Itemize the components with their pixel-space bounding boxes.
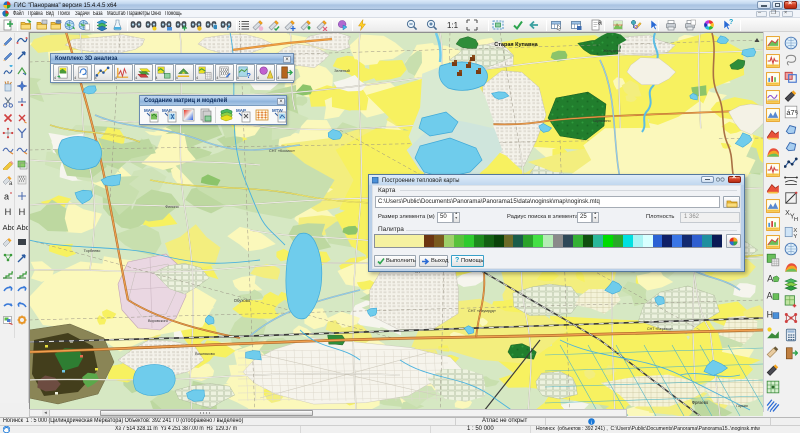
svg-text:a: a: [4, 191, 9, 201]
svg-text:Вишняково: Вишняково: [195, 352, 215, 356]
svg-text:A: A: [767, 291, 773, 301]
svg-text:a: a: [598, 20, 602, 27]
svg-text:1:1: 1:1: [447, 21, 458, 30]
svg-text:Старая Купавна: Старая Купавна: [494, 42, 538, 48]
svg-text:Шульгино: Шульгино: [593, 119, 610, 123]
svg-text:Abc: Abc: [16, 223, 28, 232]
svg-text:A: A: [767, 274, 774, 284]
svg-text:Обухово: Обухово: [234, 298, 251, 303]
svg-text:СНТ «Березка»: СНТ «Березка»: [647, 327, 673, 331]
svg-text:Abc: Abc: [2, 223, 14, 232]
svg-text:Зеленый: Зеленый: [334, 69, 350, 73]
svg-text:?: ?: [729, 19, 733, 26]
svg-text:Желудево: Желудево: [603, 49, 621, 53]
svg-text:?: ?: [247, 71, 252, 80]
svg-text:Y: Y: [793, 234, 797, 239]
svg-text:Горьки: Горьки: [736, 404, 747, 408]
svg-text:СНТ «Космос»: СНТ «Космос»: [269, 149, 295, 153]
svg-text:H: H: [794, 217, 798, 222]
svg-text:H: H: [767, 309, 773, 319]
svg-text:Фрязево: Фрязево: [692, 400, 709, 405]
svg-text:СНТ «Изумруд»: СНТ «Изумруд»: [468, 309, 496, 313]
svg-text:H: H: [18, 207, 25, 217]
svg-text:a: a: [9, 181, 13, 186]
svg-text:á7%: á7%: [786, 108, 798, 117]
svg-text:Фенино: Фенино: [165, 205, 178, 209]
svg-text:H: H: [4, 207, 11, 217]
svg-text:Торбеево: Торбеево: [84, 249, 101, 253]
svg-text:Воровского: Воровского: [148, 319, 168, 323]
